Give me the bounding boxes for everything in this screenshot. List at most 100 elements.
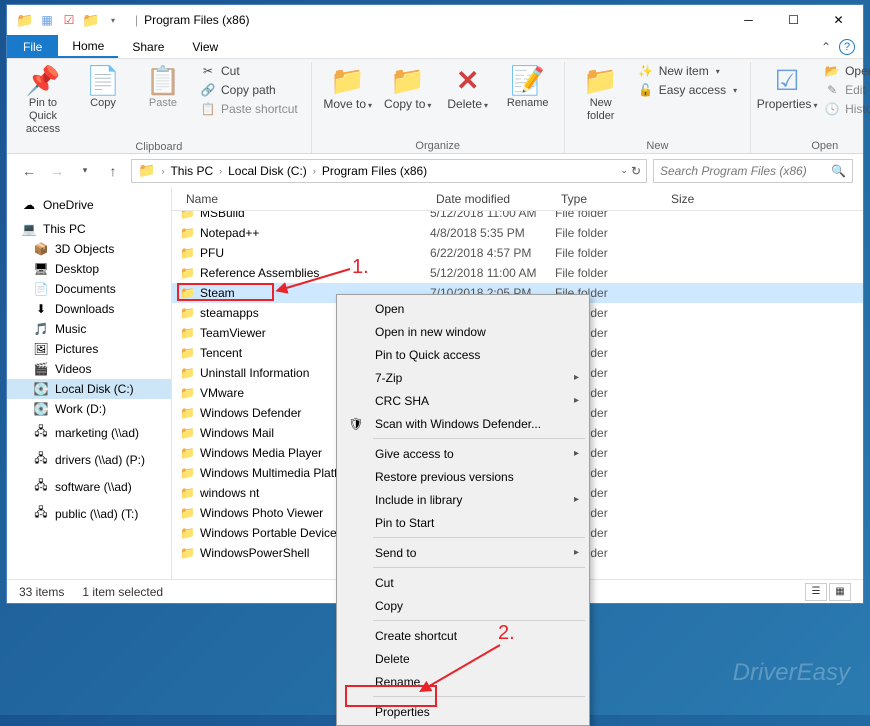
ctx-pin-to-quick-access[interactable]: Pin to Quick access — [339, 343, 587, 366]
nav-icon: 🖧 — [33, 476, 49, 497]
ctx-cut[interactable]: Cut — [339, 571, 587, 594]
qat-dropdown-icon[interactable]: ▾ — [105, 12, 121, 28]
new-folder-button[interactable]: 📁New folder — [573, 62, 629, 126]
pin-quick-access-button[interactable]: 📌Pin to Quick access — [15, 62, 71, 140]
clipboard-group-label: Clipboard — [15, 140, 303, 154]
menu-view[interactable]: View — [178, 35, 232, 58]
properties-button[interactable]: ☑Properties▾ — [759, 62, 815, 115]
view-large-icon[interactable]: ▦ — [829, 583, 851, 601]
copy-to-button[interactable]: 📁Copy to▾ — [380, 62, 436, 115]
forward-button[interactable]: → — [45, 159, 69, 183]
nav-item-videos[interactable]: 🎬Videos — [7, 359, 171, 379]
nav-item-downloads[interactable]: ⬇Downloads — [7, 299, 171, 319]
ctx-7-zip[interactable]: 7-Zip — [339, 366, 587, 389]
copy-path-button[interactable]: 🔗Copy path — [195, 81, 303, 99]
nav-item-3d-objects[interactable]: 📦3D Objects — [7, 239, 171, 259]
ctx-scan-with-windows-defender-[interactable]: 🛡Scan with Windows Defender... — [339, 412, 587, 435]
open-button[interactable]: 📂Open▾ — [819, 62, 870, 80]
file-row[interactable]: 📁MSBuild5/12/2018 11:00 AMFile folder — [172, 211, 863, 223]
paste-button[interactable]: 📋Paste — [135, 62, 191, 113]
maximize-button[interactable]: ☐ — [771, 5, 816, 35]
nav-icon: 🖧 — [33, 422, 49, 443]
ctx-open-in-new-window[interactable]: Open in new window — [339, 320, 587, 343]
copy-button[interactable]: 📄Copy — [75, 62, 131, 113]
crumb-c[interactable]: Local Disk (C:) — [224, 164, 311, 178]
refresh-icon[interactable]: ↻ — [631, 164, 641, 178]
file-date: 5/12/2018 11:00 AM — [430, 211, 555, 220]
search-icon[interactable]: 🔍 — [831, 164, 846, 178]
ctx-properties[interactable]: Properties — [339, 700, 587, 723]
ctx-create-shortcut[interactable]: Create shortcut — [339, 624, 587, 647]
titlebar: 📁 ▦ ☑ 📁 ▾ | Program Files (x86) ─ ☐ ✕ — [7, 5, 863, 35]
help-icon[interactable]: ? — [839, 39, 855, 55]
ctx-give-access-to[interactable]: Give access to — [339, 442, 587, 465]
nav-item-work-d-[interactable]: 💽Work (D:) — [7, 399, 171, 419]
crumb-thispc[interactable]: This PC — [166, 164, 217, 178]
ctx-label: Open in new window — [375, 325, 486, 339]
qat-check-icon[interactable]: ☑ — [61, 12, 77, 28]
folder-icon: 📁 — [180, 426, 200, 440]
ctx-label: Cut — [375, 576, 394, 590]
col-name[interactable]: Name — [180, 192, 430, 206]
ctx-delete[interactable]: Delete — [339, 647, 587, 670]
addr-dropdown-icon[interactable]: ⌄ — [620, 165, 628, 176]
ctx-label: Give access to — [375, 447, 454, 461]
nav-item-music[interactable]: 🎵Music — [7, 319, 171, 339]
nav-label: Pictures — [55, 342, 98, 356]
easy-access-button[interactable]: 🔓Easy access▾ — [633, 81, 742, 99]
col-date[interactable]: Date modified — [430, 192, 555, 206]
file-row[interactable]: 📁PFU6/22/2018 4:57 PMFile folder — [172, 243, 863, 263]
minimize-button[interactable]: ─ — [726, 5, 771, 35]
ctx-open[interactable]: Open — [339, 297, 587, 320]
crumb-progfiles[interactable]: Program Files (x86) — [318, 164, 431, 178]
status-selected: 1 item selected — [82, 585, 163, 599]
ctx-pin-to-start[interactable]: Pin to Start — [339, 511, 587, 534]
recent-button[interactable]: ▾ — [73, 159, 97, 183]
file-row[interactable]: 📁Reference Assemblies5/12/2018 11:00 AMF… — [172, 263, 863, 283]
cut-button[interactable]: ✂Cut — [195, 62, 303, 80]
ribbon-expand-icon[interactable]: ⌃ — [821, 40, 831, 54]
nav-item-marketing-ad-[interactable]: 🖧marketing (\\ad) — [7, 419, 171, 446]
address-row: ← → ▾ ↑ 📁› This PC› Local Disk (C:)› Pro… — [7, 154, 863, 187]
close-button[interactable]: ✕ — [816, 5, 861, 35]
col-type[interactable]: Type — [555, 192, 665, 206]
file-row[interactable]: 📁Notepad++4/8/2018 5:35 PMFile folder — [172, 223, 863, 243]
nav-item-drivers-ad-p-[interactable]: 🖧drivers (\\ad) (P:) — [7, 446, 171, 473]
nav-item-this-pc[interactable]: 💻This PC — [7, 219, 171, 239]
menu-file[interactable]: File — [7, 35, 58, 58]
address-bar[interactable]: 📁› This PC› Local Disk (C:)› Program Fil… — [131, 159, 647, 183]
ctx-crc-sha[interactable]: CRC SHA — [339, 389, 587, 412]
ctx-include-in-library[interactable]: Include in library — [339, 488, 587, 511]
nav-item-desktop[interactable]: 🖥Desktop — [7, 259, 171, 279]
back-button[interactable]: ← — [17, 159, 41, 183]
col-size[interactable]: Size — [665, 192, 700, 206]
ctx-send-to[interactable]: Send to — [339, 541, 587, 564]
nav-icon: 🖼 — [33, 342, 49, 356]
edit-button[interactable]: ✎Edit — [819, 81, 870, 99]
up-button[interactable]: ↑ — [101, 159, 125, 183]
qat-folder-icon[interactable]: 📁 — [83, 12, 99, 28]
new-item-button[interactable]: ✨New item▾ — [633, 62, 742, 80]
nav-item-local-disk-c-[interactable]: 💽Local Disk (C:) — [7, 379, 171, 399]
search-input[interactable]: Search Program Files (x86) 🔍 — [653, 159, 853, 183]
move-to-button[interactable]: 📁Move to▾ — [320, 62, 376, 115]
history-button[interactable]: 🕓History — [819, 100, 870, 118]
folder-icon: 📁 — [180, 406, 200, 420]
nav-item-public-ad-t-[interactable]: 🖧public (\\ad) (T:) — [7, 500, 171, 527]
menu-share[interactable]: Share — [118, 35, 178, 58]
nav-item-onedrive[interactable]: ☁OneDrive — [7, 195, 171, 215]
nav-item-documents[interactable]: 📄Documents — [7, 279, 171, 299]
delete-button[interactable]: ✕Delete▾ — [440, 62, 496, 115]
view-details-icon[interactable]: ☰ — [805, 583, 827, 601]
nav-item-pictures[interactable]: 🖼 Pictures — [7, 339, 171, 359]
ctx-restore-previous-versions[interactable]: Restore previous versions — [339, 465, 587, 488]
nav-item-software-ad-[interactable]: 🖧software (\\ad) — [7, 473, 171, 500]
ctx-copy[interactable]: Copy — [339, 594, 587, 617]
paste-shortcut-button[interactable]: 📋Paste shortcut — [195, 100, 303, 118]
nav-icon: 💽 — [33, 382, 49, 396]
rename-button[interactable]: 📝Rename — [500, 62, 556, 113]
menu-home[interactable]: Home — [58, 35, 118, 58]
ctx-rename[interactable]: Rename — [339, 670, 587, 693]
qat-props-icon[interactable]: ▦ — [39, 12, 55, 28]
ctx-label: Rename — [375, 675, 420, 689]
